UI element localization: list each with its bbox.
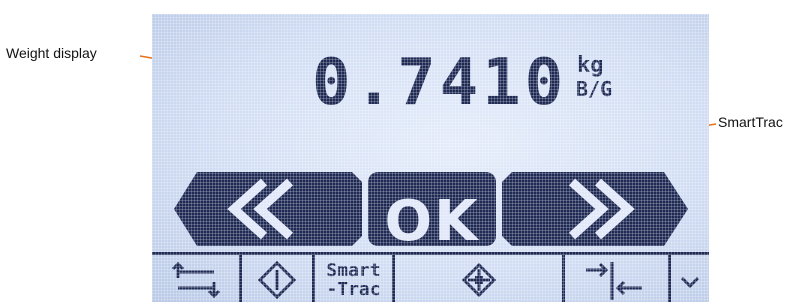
softkey-target[interactable] [395, 255, 565, 302]
softkey-smarttrac-line1: Smart [326, 260, 381, 281]
smarttrac-right-segment [502, 172, 688, 246]
swap-arrows-icon [171, 261, 220, 299]
softkey-smarttrac-label: Smart -Trac [326, 261, 380, 299]
zero-arrows-icon [585, 262, 642, 300]
softkey-swap[interactable] [152, 255, 242, 302]
smarttrac-left-segment [174, 172, 362, 246]
softkey-smarttrac[interactable]: Smart -Trac [315, 255, 395, 302]
tare-diamond-icon [257, 260, 297, 300]
softkey-tare[interactable] [242, 255, 315, 302]
softkey-smarttrac-line2: -Trac [326, 279, 381, 300]
smarttrac-callout: SmartTrac [718, 114, 783, 130]
lcd-screen: 0.7410 kg B/G OK Smart -Trac [152, 14, 709, 302]
weight-display-callout: Weight display [6, 45, 97, 61]
softkey-more[interactable] [671, 255, 709, 302]
ok-label: OK [384, 189, 480, 254]
chevron-down-icon [680, 276, 700, 289]
softkey-row: Smart -Trac [152, 252, 709, 302]
softkey-zero[interactable] [565, 255, 671, 302]
target-diamond-icon [461, 262, 496, 298]
